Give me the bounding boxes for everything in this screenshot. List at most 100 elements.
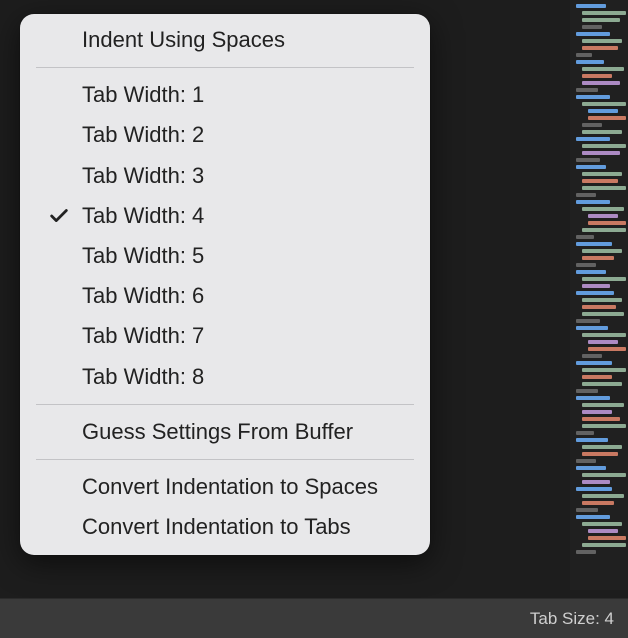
minimap-line	[582, 81, 620, 85]
minimap-line	[582, 67, 624, 71]
menu-item-label: Tab Width: 6	[82, 283, 204, 308]
minimap-line	[588, 214, 618, 218]
menu-item-tab-width[interactable]: Tab Width: 5	[20, 236, 430, 276]
minimap-line	[576, 200, 610, 204]
menu-item-indent-using-spaces[interactable]: Indent Using Spaces	[20, 20, 430, 60]
minimap-line	[582, 18, 620, 22]
minimap-line	[576, 487, 612, 491]
minimap-line	[576, 88, 598, 92]
minimap-line	[576, 158, 600, 162]
minimap-line	[582, 403, 624, 407]
minimap-line	[576, 263, 596, 267]
minimap-line	[576, 361, 612, 365]
minimap-line	[582, 130, 622, 134]
minimap-line	[576, 291, 614, 295]
minimap-line	[582, 522, 622, 526]
menu-item-tab-width[interactable]: Tab Width: 8	[20, 357, 430, 397]
check-icon	[48, 204, 70, 226]
minimap-line	[588, 536, 626, 540]
menu-item-tab-width[interactable]: Tab Width: 4	[20, 196, 430, 236]
menu-item-tab-width[interactable]: Tab Width: 1	[20, 75, 430, 115]
minimap-line	[582, 186, 626, 190]
minimap-line	[582, 382, 622, 386]
minimap-line	[582, 144, 626, 148]
menu-item-guess-from-buffer[interactable]: Guess Settings From Buffer	[20, 412, 430, 452]
minimap-line	[582, 74, 612, 78]
menu-item-convert-to-spaces[interactable]: Convert Indentation to Spaces	[20, 467, 430, 507]
minimap-line	[582, 298, 622, 302]
minimap-line	[576, 396, 610, 400]
code-minimap	[570, 0, 628, 590]
minimap-line	[582, 249, 622, 253]
minimap-line	[576, 326, 608, 330]
minimap-line	[582, 102, 626, 106]
minimap-line	[582, 445, 622, 449]
minimap-line	[576, 60, 604, 64]
minimap-line	[576, 4, 606, 8]
minimap-line	[588, 109, 618, 113]
minimap-line	[576, 242, 612, 246]
minimap-line	[576, 319, 600, 323]
status-tab-size-button[interactable]: Tab Size: 4	[530, 609, 614, 629]
menu-item-tab-width[interactable]: Tab Width: 6	[20, 276, 430, 316]
minimap-line	[582, 277, 626, 281]
minimap-line	[576, 235, 594, 239]
minimap-line	[576, 431, 594, 435]
minimap-line	[582, 312, 624, 316]
menu-item-label: Tab Width: 8	[82, 364, 204, 389]
menu-item-label: Indent Using Spaces	[82, 27, 285, 52]
menu-item-tab-width[interactable]: Tab Width: 7	[20, 316, 430, 356]
minimap-line	[582, 179, 618, 183]
status-bar: Tab Size: 4	[0, 598, 628, 638]
minimap-line	[576, 389, 598, 393]
minimap-line	[582, 501, 614, 505]
minimap-line	[582, 25, 602, 29]
minimap-line	[582, 305, 616, 309]
menu-item-label: Tab Width: 2	[82, 122, 204, 147]
menu-item-label: Tab Width: 5	[82, 243, 204, 268]
menu-item-convert-to-tabs[interactable]: Convert Indentation to Tabs	[20, 507, 430, 547]
minimap-line	[582, 207, 624, 211]
minimap-line	[582, 228, 626, 232]
minimap-line	[576, 515, 610, 519]
indentation-menu: Indent Using Spaces Tab Width: 1 Tab Widt…	[20, 14, 430, 555]
minimap-line	[576, 193, 596, 197]
minimap-line	[582, 123, 602, 127]
menu-item-tab-width[interactable]: Tab Width: 2	[20, 115, 430, 155]
menu-item-label: Convert Indentation to Tabs	[82, 514, 351, 539]
menu-item-label: Guess Settings From Buffer	[82, 419, 353, 444]
minimap-line	[588, 347, 626, 351]
minimap-line	[588, 529, 618, 533]
minimap-line	[582, 424, 626, 428]
minimap-line	[582, 375, 612, 379]
minimap-line	[582, 172, 622, 176]
minimap-line	[588, 221, 626, 225]
minimap-line	[576, 550, 596, 554]
menu-item-label: Tab Width: 4	[82, 203, 204, 228]
menu-separator	[36, 459, 414, 460]
minimap-line	[576, 165, 606, 169]
minimap-line	[582, 494, 624, 498]
minimap-line	[576, 438, 608, 442]
status-tab-size-label: Tab Size: 4	[530, 609, 614, 628]
minimap-line	[582, 410, 612, 414]
minimap-line	[582, 11, 626, 15]
minimap-line	[576, 466, 606, 470]
menu-separator	[36, 67, 414, 68]
minimap-line	[582, 368, 626, 372]
minimap-line	[576, 95, 610, 99]
minimap-line	[582, 417, 620, 421]
minimap-line	[582, 284, 610, 288]
menu-item-label: Tab Width: 7	[82, 323, 204, 348]
minimap-line	[576, 508, 598, 512]
minimap-line	[588, 116, 626, 120]
minimap-line	[576, 137, 610, 141]
menu-item-label: Convert Indentation to Spaces	[82, 474, 378, 499]
minimap-line	[576, 53, 592, 57]
menu-item-tab-width[interactable]: Tab Width: 3	[20, 156, 430, 196]
menu-separator	[36, 404, 414, 405]
minimap-line	[582, 46, 618, 50]
minimap-line	[576, 32, 610, 36]
minimap-line	[582, 452, 618, 456]
minimap-line	[582, 256, 614, 260]
